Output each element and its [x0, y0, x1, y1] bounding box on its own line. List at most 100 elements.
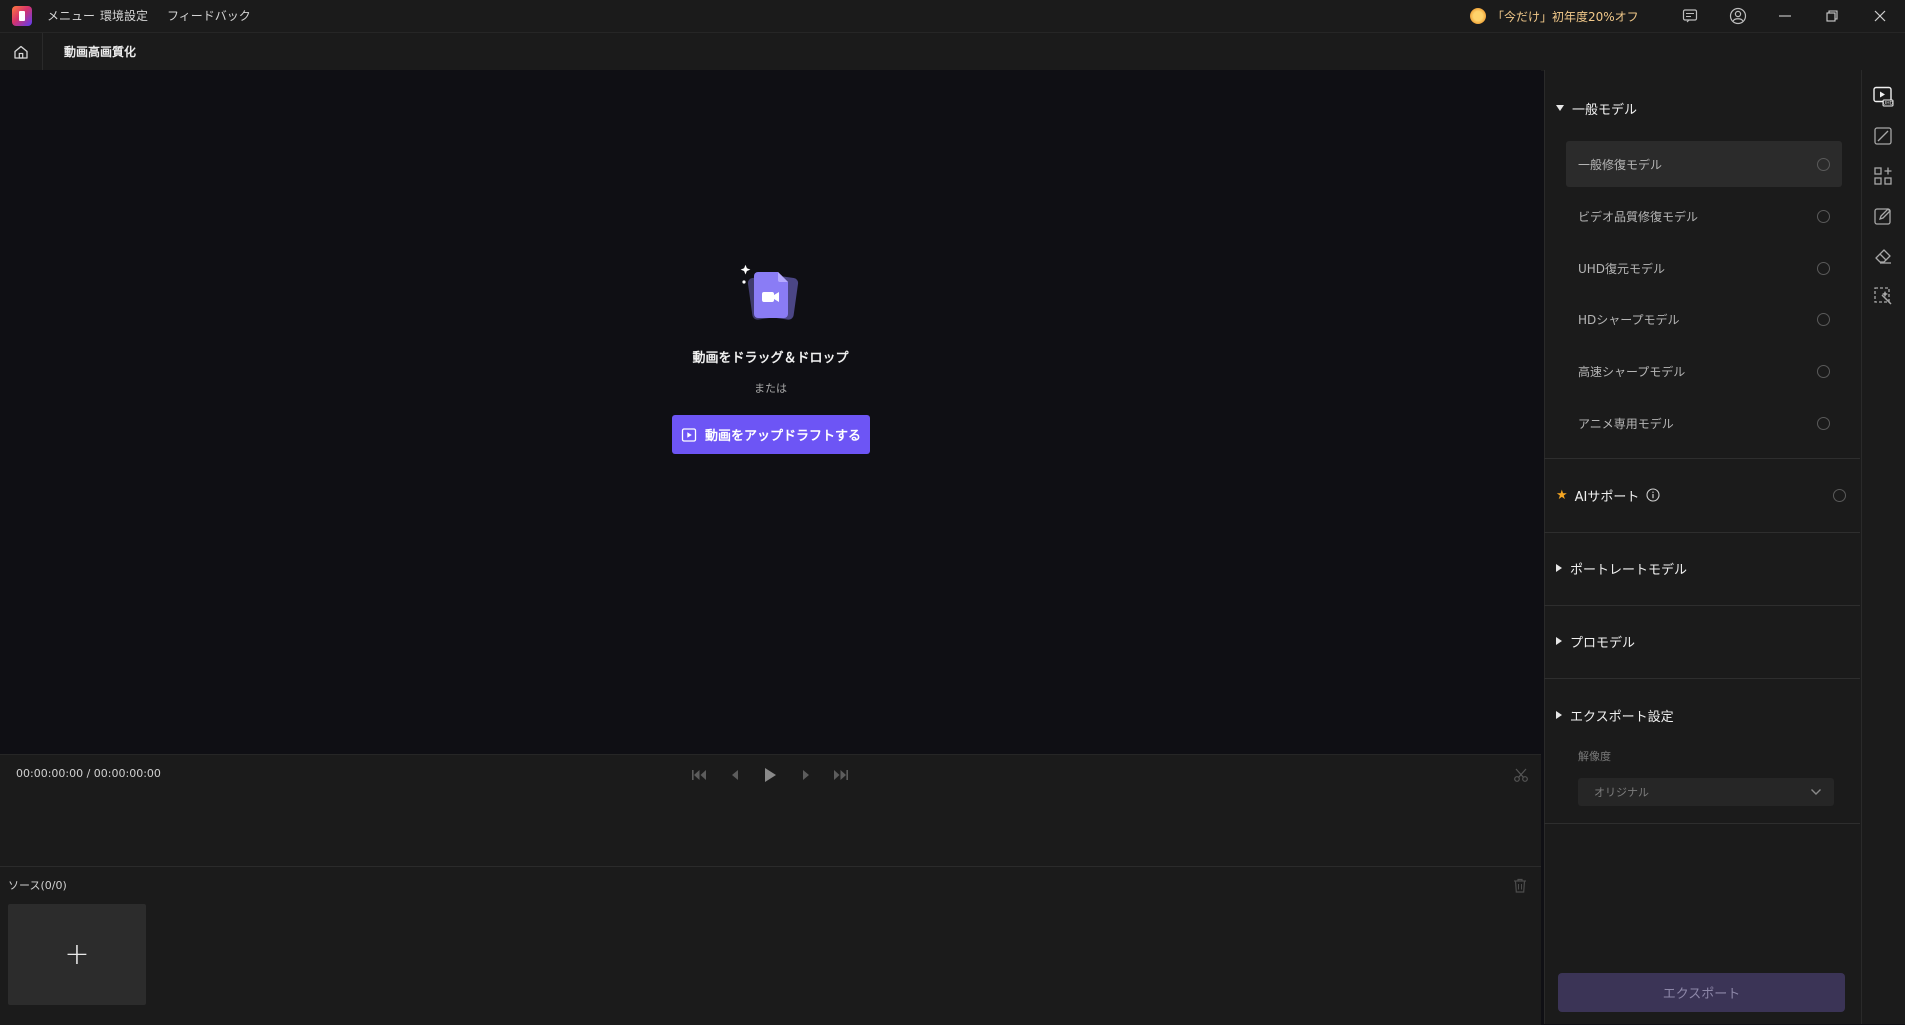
- radio-icon: [1817, 416, 1830, 430]
- skip-end-icon: [834, 770, 848, 780]
- play-button[interactable]: [759, 765, 781, 785]
- preferences-button[interactable]: 環境設定: [100, 0, 148, 32]
- rail-eraser-button[interactable]: [1866, 239, 1900, 273]
- rail-apps-button[interactable]: [1866, 159, 1900, 193]
- ai-support-label-group: ★ AIサポート: [1556, 486, 1660, 505]
- chevron-down-icon: [1811, 789, 1821, 795]
- collapsed-triangle-icon: [1556, 637, 1562, 645]
- edit-icon: [1874, 208, 1891, 225]
- ai-support-label: AIサポート: [1574, 489, 1640, 505]
- rail-enhance-button[interactable]: UHD: [1866, 79, 1900, 113]
- account-button[interactable]: [1718, 0, 1758, 32]
- skip-start-button[interactable]: [688, 765, 710, 785]
- curve-icon: [1874, 127, 1892, 145]
- export-settings-header[interactable]: エクスポート設定: [1556, 705, 1674, 725]
- app-logo: [12, 6, 32, 26]
- model-option-label: 一般修復モデル: [1578, 157, 1663, 172]
- next-frame-button[interactable]: [795, 765, 817, 785]
- feedback-button[interactable]: フィードバック: [167, 0, 251, 32]
- portrait-models-heading: ポートレートモデル: [1570, 562, 1688, 578]
- select-magic-icon: [1874, 287, 1892, 305]
- radio-icon: [1817, 364, 1830, 378]
- apps-icon: [1874, 167, 1892, 185]
- expanded-triangle-icon: [1556, 105, 1564, 111]
- collapsed-triangle-icon: [1556, 564, 1562, 572]
- video-file-icon: [738, 262, 804, 328]
- scissors-icon: [1514, 768, 1528, 782]
- message-icon: [1682, 9, 1698, 23]
- model-option-label: アニメ専用モデル: [1578, 416, 1674, 431]
- minimize-button[interactable]: [1765, 0, 1805, 32]
- model-option-video-quality-repair[interactable]: ビデオ品質修復モデル: [1566, 193, 1842, 239]
- divider: [1544, 458, 1860, 459]
- rail-curve-button[interactable]: [1866, 119, 1900, 153]
- minimize-icon: [1779, 15, 1791, 17]
- drop-title: 動画をドラッグ＆ドロップ: [692, 351, 849, 366]
- export-settings-heading: エクスポート設定: [1570, 709, 1674, 725]
- cut-button[interactable]: [1510, 765, 1532, 785]
- collapsed-triangle-icon: [1556, 711, 1562, 719]
- svg-text:UHD: UHD: [1883, 101, 1894, 107]
- general-models-heading: 一般モデル: [1572, 102, 1638, 118]
- radio-icon: [1833, 488, 1846, 502]
- rail-smart-select-button[interactable]: [1866, 279, 1900, 313]
- title-bar: メニュー 環境設定 フィードバック 「今だけ」初年度20%オフ: [0, 0, 1905, 32]
- upload-video-button[interactable]: 動画をアップドラフトする: [672, 415, 870, 454]
- divider: [1544, 532, 1860, 533]
- model-option-label: ビデオ品質修復モデル: [1578, 209, 1699, 224]
- pro-models-heading: プロモデル: [1570, 635, 1636, 651]
- resolution-label: 解像度: [1578, 750, 1611, 763]
- home-icon: [14, 45, 28, 59]
- source-label: ソース(0/0): [8, 879, 67, 892]
- model-option-label: HDシャープモデル: [1578, 312, 1680, 327]
- toolbar: 動画高画質化: [0, 32, 1905, 71]
- model-option-anime[interactable]: アニメ専用モデル: [1566, 400, 1842, 446]
- divider: [1544, 678, 1860, 679]
- radio-icon: [1817, 261, 1830, 275]
- prev-frame-button[interactable]: [724, 765, 746, 785]
- skip-end-button[interactable]: [830, 765, 852, 785]
- export-button[interactable]: エクスポート: [1558, 973, 1845, 1012]
- star-icon: ★: [1556, 487, 1568, 503]
- divider: [1544, 605, 1860, 606]
- promo-banner[interactable]: 「今だけ」初年度20%オフ: [1470, 7, 1639, 25]
- model-option-fast-sharp[interactable]: 高速シャープモデル: [1566, 348, 1842, 394]
- model-option-label: UHD復元モデル: [1578, 261, 1666, 276]
- playback-bar: 00:00:00:00 / 00:00:00:00: [0, 754, 1541, 867]
- skip-start-icon: [692, 770, 706, 780]
- restore-button[interactable]: [1812, 0, 1852, 32]
- messages-button[interactable]: [1670, 0, 1710, 32]
- radio-icon: [1817, 157, 1830, 171]
- close-button[interactable]: [1860, 0, 1900, 32]
- menu-button[interactable]: メニュー: [47, 0, 95, 32]
- portrait-models-header[interactable]: ポートレートモデル: [1556, 558, 1687, 578]
- prev-frame-icon: [732, 770, 738, 780]
- pro-models-header[interactable]: プロモデル: [1556, 631, 1635, 651]
- add-source-button[interactable]: +: [8, 904, 146, 1005]
- eraser-icon: [1875, 249, 1891, 264]
- trash-icon: [1514, 878, 1526, 893]
- model-option-label: 高速シャープモデル: [1578, 364, 1686, 379]
- model-option-hd-sharp[interactable]: HDシャープモデル: [1566, 296, 1842, 342]
- delete-button[interactable]: [1510, 875, 1530, 895]
- or-text: または: [754, 382, 787, 395]
- ai-support-row[interactable]: ★ AIサポート: [1556, 485, 1846, 505]
- model-option-general-repair[interactable]: 一般修復モデル: [1566, 141, 1842, 187]
- model-option-uhd-restore[interactable]: UHD復元モデル: [1566, 245, 1842, 291]
- play-icon: [765, 768, 776, 782]
- home-button[interactable]: [0, 33, 43, 71]
- source-panel: ソース(0/0) +: [0, 866, 1541, 1025]
- timecode: 00:00:00:00 / 00:00:00:00: [16, 767, 161, 780]
- uhd-video-icon: UHD: [1873, 86, 1894, 107]
- radio-icon: [1817, 209, 1830, 223]
- promo-text: 「今だけ」初年度20%オフ: [1492, 9, 1639, 24]
- preview-area[interactable]: [0, 70, 1541, 754]
- next-frame-icon: [803, 770, 809, 780]
- restore-icon: [1826, 10, 1838, 22]
- resolution-select[interactable]: オリジナル: [1578, 778, 1834, 806]
- info-icon[interactable]: [1646, 488, 1660, 502]
- rail-edit-button[interactable]: [1866, 199, 1900, 233]
- radio-icon: [1817, 312, 1830, 326]
- general-models-header[interactable]: 一般モデル: [1556, 98, 1637, 118]
- user-icon: [1729, 7, 1747, 25]
